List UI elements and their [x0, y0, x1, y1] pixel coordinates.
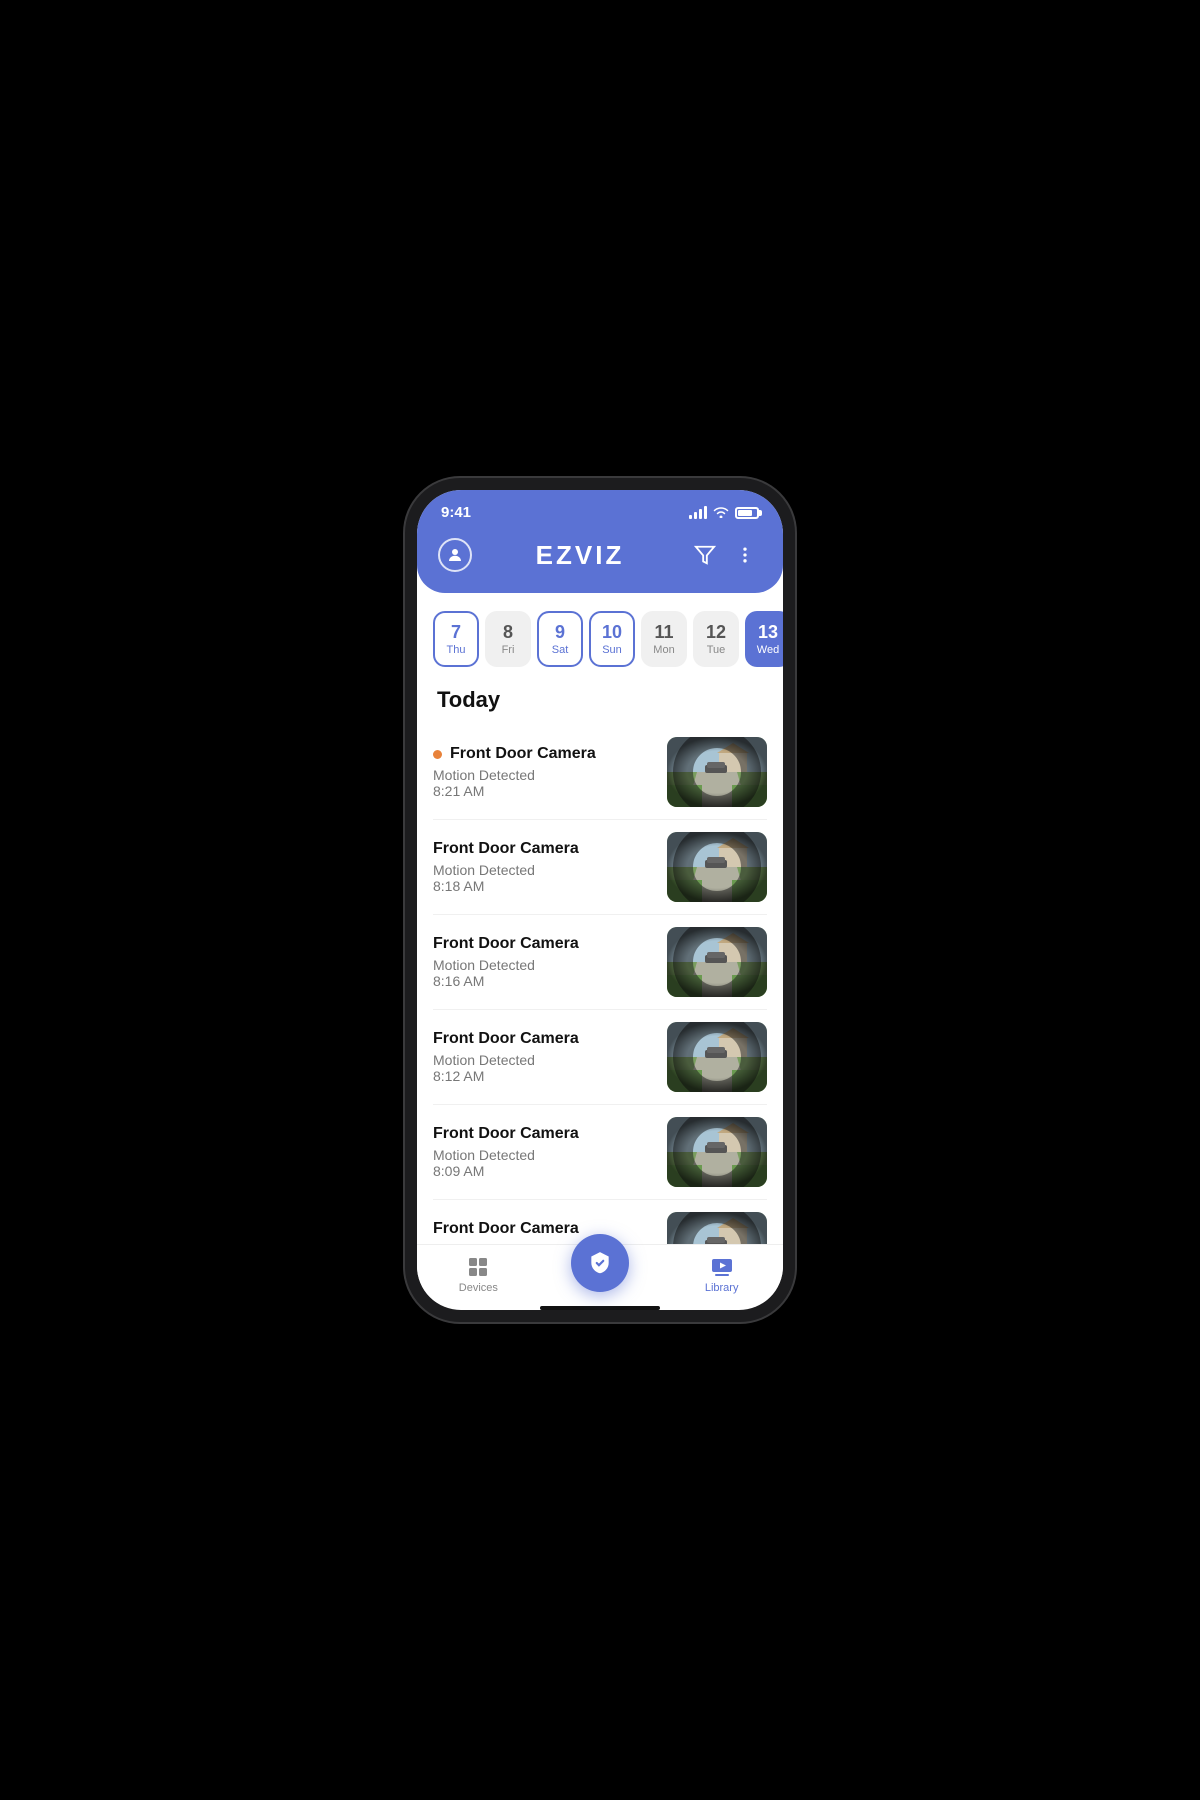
event-time: 8:12 AM [433, 1068, 655, 1084]
date-day-label: Wed [757, 644, 779, 656]
event-thumbnail[interactable] [667, 1117, 767, 1187]
date-number: 9 [555, 622, 565, 644]
event-list-item[interactable]: Front Door Camera Motion Detected8:18 AM [433, 820, 767, 915]
app-logo: EZVIZ [536, 540, 625, 571]
date-number: 12 [706, 622, 726, 644]
date-day-label: Sun [602, 644, 622, 656]
event-type: Motion Detected [433, 957, 655, 973]
event-thumbnail[interactable] [667, 1022, 767, 1092]
event-camera-name: Front Door Camera [433, 840, 655, 858]
filter-button[interactable] [687, 537, 723, 573]
event-time: 8:16 AM [433, 973, 655, 989]
date-day-label: Fri [502, 644, 515, 656]
event-camera-name: Front Door Camera [433, 745, 655, 763]
date-item-7[interactable]: 7Thu [433, 611, 479, 667]
date-item-8[interactable]: 8Fri [485, 611, 531, 667]
event-type: Motion Detected [433, 1052, 655, 1068]
profile-button[interactable] [437, 537, 473, 573]
date-number: 7 [451, 622, 461, 644]
event-thumbnail[interactable] [667, 927, 767, 997]
bottom-nav: Devices Library [417, 1244, 783, 1302]
event-type: Motion Detected [433, 862, 655, 878]
date-picker: 7Thu8Fri9Sat10Sun11Mon12Tue13Wed [417, 593, 783, 679]
home-indicator [540, 1306, 660, 1310]
library-icon [710, 1255, 734, 1279]
event-list: Front Door CameraMotion Detected8:21 AM … [417, 725, 783, 1244]
event-type: Motion Detected [433, 767, 655, 783]
fab-button[interactable] [571, 1234, 629, 1292]
profile-avatar [438, 538, 472, 572]
event-time: 8:18 AM [433, 878, 655, 894]
event-list-item[interactable]: Front Door Camera Motion Detected8:21 AM [433, 725, 767, 820]
content-area: 7Thu8Fri9Sat10Sun11Mon12Tue13Wed Today F… [417, 593, 783, 1244]
date-day-label: Sat [552, 644, 569, 656]
status-bar: 9:41 [417, 490, 783, 529]
more-button[interactable] [727, 537, 763, 573]
date-number: 11 [654, 622, 673, 644]
date-day-label: Mon [653, 644, 674, 656]
event-thumbnail[interactable] [667, 1212, 767, 1244]
active-dot [433, 750, 442, 759]
date-item-9[interactable]: 9Sat [537, 611, 583, 667]
shield-check-icon [587, 1250, 613, 1276]
date-number: 10 [602, 622, 622, 644]
library-label: Library [705, 1282, 739, 1294]
devices-label: Devices [459, 1282, 498, 1294]
date-day-label: Tue [707, 644, 726, 656]
status-icons [689, 505, 759, 521]
date-item-10[interactable]: 10Sun [589, 611, 635, 667]
date-number: 13 [758, 622, 778, 644]
event-type: Motion Detected [433, 1147, 655, 1163]
devices-icon [466, 1255, 490, 1279]
nav-library[interactable]: Library [692, 1255, 752, 1294]
event-camera-name: Front Door Camera [433, 935, 655, 953]
date-day-label: Thu [447, 644, 466, 656]
phone-screen: 9:41 [417, 490, 783, 1310]
app-header: EZVIZ [417, 529, 783, 593]
event-camera-name: Front Door Camera [433, 1125, 655, 1143]
date-item-11[interactable]: 11Mon [641, 611, 687, 667]
event-thumbnail[interactable] [667, 832, 767, 902]
status-time: 9:41 [441, 504, 471, 521]
date-item-12[interactable]: 12Tue [693, 611, 739, 667]
event-list-item[interactable]: Front Door Camera Motion Detected8:12 AM [433, 1010, 767, 1105]
event-list-item[interactable]: Front Door Camera Motion Detected8:16 AM [433, 915, 767, 1010]
date-number: 8 [503, 622, 513, 644]
phone-frame: 9:41 [405, 478, 795, 1322]
battery-icon [735, 507, 759, 519]
event-camera-name: Front Door Camera [433, 1220, 655, 1238]
nav-devices[interactable]: Devices [448, 1255, 508, 1294]
event-time: 8:21 AM [433, 783, 655, 799]
signal-icon [689, 506, 707, 519]
event-camera-name: Front Door Camera [433, 1030, 655, 1048]
wifi-icon [713, 505, 729, 521]
event-list-item[interactable]: Front Door Camera Motion Detected8:09 AM [433, 1105, 767, 1200]
section-title: Today [417, 679, 783, 725]
event-thumbnail[interactable] [667, 737, 767, 807]
date-item-13[interactable]: 13Wed [745, 611, 783, 667]
event-time: 8:09 AM [433, 1163, 655, 1179]
